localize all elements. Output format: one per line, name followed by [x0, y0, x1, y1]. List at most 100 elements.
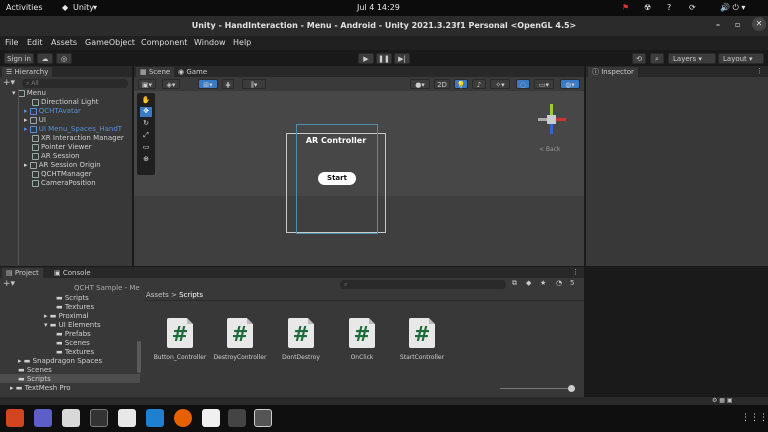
- project-search-input[interactable]: ⌕: [340, 280, 506, 289]
- hidden-objects-icon[interactable]: ◌: [516, 79, 530, 89]
- tree-scrollbar[interactable]: [137, 341, 141, 373]
- tree-item[interactable]: ▾ ▬ UI Elements: [44, 321, 101, 329]
- visibility-icon[interactable]: ◔: [556, 279, 562, 287]
- unity-hub-icon[interactable]: [228, 409, 246, 427]
- terminal-icon[interactable]: [90, 409, 108, 427]
- activities-button[interactable]: Activities: [6, 3, 43, 12]
- hierarchy-item[interactable]: Directional Light: [32, 98, 99, 106]
- tree-item[interactable]: ▸ ▬ Proximal: [44, 312, 89, 320]
- menu-component[interactable]: Component: [141, 38, 187, 47]
- hierarchy-item[interactable]: CameraPosition: [32, 179, 96, 187]
- tree-item[interactable]: ▬ Scenes: [56, 339, 90, 347]
- system-indicators[interactable]: 🔊 ⏻ ▾: [720, 3, 745, 13]
- start-button[interactable]: Start: [318, 172, 356, 185]
- draw-mode-icon[interactable]: ▣▾: [138, 79, 156, 89]
- menu-dots-icon[interactable]: ⋮: [756, 67, 763, 75]
- script-file[interactable]: # DontDestroy: [271, 318, 331, 361]
- pivot-icon[interactable]: ◈▾: [162, 79, 180, 89]
- hierarchy-scrollbar[interactable]: [18, 89, 19, 265]
- teams-icon[interactable]: [34, 409, 52, 427]
- favorite-icon[interactable]: ★: [540, 279, 546, 287]
- layout-dropdown[interactable]: Layout ▾: [718, 53, 764, 64]
- app-menu[interactable]: Unity: [73, 3, 94, 12]
- rect-tool-icon[interactable]: ▭: [140, 143, 152, 153]
- tree-item[interactable]: ▬ Scenes: [18, 366, 52, 374]
- tab-project[interactable]: ▤ Project: [2, 268, 43, 278]
- hierarchy-item[interactable]: ▸ UI Menu_Spaces_HandT: [24, 125, 122, 133]
- text-editor-icon[interactable]: [118, 409, 136, 427]
- hierarchy-item[interactable]: ▸ QCHTAvatar: [24, 107, 81, 115]
- tree-item[interactable]: QCHT Sample - Me: [74, 284, 140, 292]
- hierarchy-item[interactable]: AR Session: [32, 152, 80, 160]
- hierarchy-item[interactable]: ▸ UI: [24, 116, 46, 124]
- step-icon[interactable]: ▶|: [394, 53, 410, 64]
- vscode-icon[interactable]: [146, 409, 164, 427]
- clock[interactable]: Jul 4 14:29: [357, 3, 400, 12]
- move-tool-icon[interactable]: ✥: [140, 107, 152, 117]
- app-grid-icon[interactable]: ⋮⋮⋮: [741, 413, 768, 423]
- menu-help[interactable]: Help: [233, 38, 251, 47]
- effects-icon[interactable]: ✧▾: [490, 79, 510, 89]
- tree-item[interactable]: ▬ Textures: [56, 303, 94, 311]
- menu-file[interactable]: File: [5, 38, 18, 47]
- collab-icon[interactable]: ◎: [56, 53, 72, 64]
- hierarchy-search-input[interactable]: ⌕ All: [22, 79, 128, 88]
- rotate-tool-icon[interactable]: ↻: [140, 119, 152, 129]
- play-icon[interactable]: ▶: [358, 53, 374, 64]
- sign-in-button[interactable]: Sign in: [4, 53, 34, 64]
- tab-scene[interactable]: ▦ Scene: [136, 67, 175, 77]
- tab-inspector[interactable]: ⓘ Inspector: [588, 67, 638, 77]
- back-label[interactable]: < Back: [539, 146, 561, 153]
- tree-item-selected[interactable]: ▬ Scripts: [18, 375, 51, 383]
- snap-increment-icon[interactable]: ⋕: [222, 79, 234, 89]
- mode-2d-button[interactable]: 2D: [434, 79, 450, 89]
- firefox-icon[interactable]: [174, 409, 192, 427]
- script-file[interactable]: # Button_Controller: [150, 318, 210, 361]
- script-file[interactable]: # DestroyController: [210, 318, 270, 361]
- hierarchy-item[interactable]: ▸ AR Session Origin: [24, 161, 101, 169]
- brave-icon[interactable]: [6, 409, 24, 427]
- hand-tool-icon[interactable]: ✋: [140, 96, 152, 106]
- menu-window[interactable]: Window: [194, 38, 226, 47]
- breadcrumb-scripts[interactable]: Scripts: [179, 291, 203, 299]
- filter-type-icon[interactable]: ⧉: [512, 279, 517, 288]
- document-viewer-icon[interactable]: [202, 409, 220, 427]
- gizmos-icon[interactable]: ◍▾: [560, 79, 580, 89]
- history-icon[interactable]: ⟲: [632, 53, 646, 64]
- menu-dots-icon[interactable]: ⋮: [572, 268, 579, 276]
- tree-item[interactable]: ▬ Textures: [56, 348, 94, 356]
- add-button[interactable]: +▾: [3, 78, 15, 88]
- files-icon[interactable]: [62, 409, 80, 427]
- script-file[interactable]: # StartController: [392, 318, 452, 361]
- icon-size-slider[interactable]: [500, 388, 572, 389]
- menu-gameobject[interactable]: GameObject: [85, 38, 135, 47]
- unity-editor-icon[interactable]: [254, 409, 272, 427]
- tree-item[interactable]: ▬ Scripts: [56, 294, 89, 302]
- maximize-button[interactable]: ▫: [735, 20, 740, 29]
- lighting-icon[interactable]: 💡: [454, 79, 468, 89]
- tree-item[interactable]: ▬ Prefabs: [56, 330, 91, 338]
- gizmo-toggle-icon[interactable]: ⫼▾: [242, 79, 266, 89]
- tab-hierarchy[interactable]: ☰ Hierarchy: [2, 67, 53, 77]
- layers-dropdown[interactable]: Layers ▾: [668, 53, 716, 64]
- hierarchy-item[interactable]: XR Interaction Manager: [32, 134, 124, 142]
- tab-game[interactable]: ◉ Game: [174, 67, 211, 77]
- tree-item[interactable]: ▸ ▬ Snapdragon Spaces: [18, 357, 102, 365]
- hierarchy-item[interactable]: QCHTManager: [32, 170, 92, 178]
- camera-icon[interactable]: ▭▾: [534, 79, 554, 89]
- grid-snap-icon[interactable]: ⊞▾: [198, 79, 218, 89]
- script-file[interactable]: # OnClick: [332, 318, 392, 361]
- slider-handle[interactable]: [568, 385, 575, 392]
- tree-item[interactable]: ▸ ▬ TextMesh Pro: [10, 384, 71, 392]
- menu-assets[interactable]: Assets: [51, 38, 77, 47]
- close-button[interactable]: ✕: [752, 17, 766, 31]
- cloud-icon[interactable]: ☁: [37, 53, 53, 64]
- shading-icon[interactable]: ●▾: [410, 79, 430, 89]
- search-icon[interactable]: ⌕: [650, 53, 664, 64]
- status-icons[interactable]: ⚙ ▦ ▣: [712, 397, 733, 404]
- minimize-button[interactable]: –: [716, 20, 720, 29]
- audio-icon[interactable]: ♪: [472, 79, 486, 89]
- tab-console[interactable]: ▣ Console: [50, 268, 95, 278]
- orientation-gizmo[interactable]: [538, 104, 568, 138]
- pause-icon[interactable]: ❚❚: [376, 53, 392, 64]
